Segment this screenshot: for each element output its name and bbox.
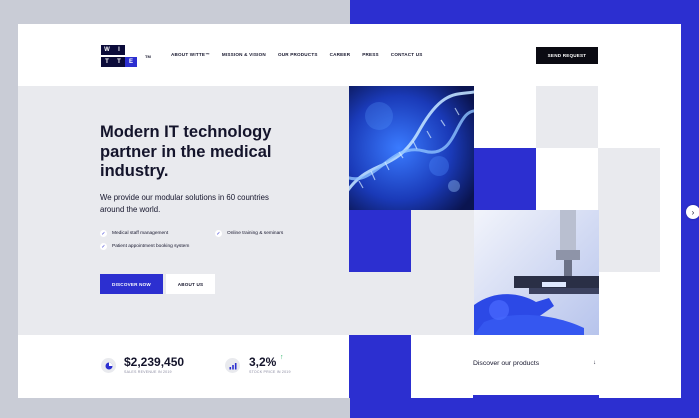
products-underline xyxy=(473,395,599,398)
feature-label: Online training & seminars xyxy=(227,231,284,236)
nav-our-products[interactable]: OUR PRODUCTS xyxy=(278,52,318,57)
about-us-button[interactable]: ABOUT US xyxy=(166,274,215,294)
discover-products-link[interactable]: Discover our products xyxy=(473,360,539,367)
stats-bar: $2,239,450 SALES REVENUE IN 2019 3,2% ↑ … xyxy=(18,335,349,398)
bar-chart-icon xyxy=(225,358,240,373)
logo-letter: T xyxy=(113,57,125,67)
grid-tile xyxy=(349,210,411,272)
logo-letter: W xyxy=(101,45,113,55)
check-icon: ✓ xyxy=(215,230,222,237)
feature-item: ✓ Patient appointment booking system xyxy=(100,243,189,250)
sales-revenue-value: $2,239,450 xyxy=(124,355,185,369)
nav-about[interactable]: ABOUT WITTE™ xyxy=(171,52,210,57)
chevron-right-icon[interactable]: › xyxy=(686,205,699,219)
stock-price-value: 3,2% xyxy=(249,355,277,369)
feature-item: ✓ Medical staff management xyxy=(100,230,168,237)
grid-tile xyxy=(349,335,411,398)
arrow-down-icon[interactable]: ↓ xyxy=(593,360,596,366)
sales-revenue-label: SALES REVENUE IN 2019 xyxy=(124,370,172,374)
check-icon: ✓ xyxy=(100,243,107,250)
feature-item: ✓ Online training & seminars xyxy=(215,230,283,237)
arrow-up-icon: ↑ xyxy=(280,354,284,361)
hero-title: Modern IT technology partner in the medi… xyxy=(100,123,272,180)
stock-price-label: STOCK PRICE IN 2019 xyxy=(249,370,291,374)
feature-label: Medical staff management xyxy=(112,231,169,236)
grid-tile xyxy=(598,210,660,272)
main-nav: ABOUT WITTE™ MISSION & VISION OUR PRODUC… xyxy=(171,52,423,57)
check-icon: ✓ xyxy=(100,230,107,237)
hero-section: Modern IT technology partner in the medi… xyxy=(18,86,349,335)
landing-page: W I T T E TM ABOUT WITTE™ MISSION & VISI… xyxy=(18,24,681,398)
witte-logo[interactable]: W I T T E xyxy=(101,45,149,67)
nav-press[interactable]: PRESS xyxy=(362,52,379,57)
dna-image xyxy=(349,86,474,210)
discover-now-button[interactable]: DISCOVER NOW xyxy=(100,274,163,294)
logo-letter: E xyxy=(125,57,137,67)
pie-chart-icon xyxy=(101,358,116,373)
grid-tile xyxy=(474,148,536,210)
hero-subtitle: We provide our modular solutions in 60 c… xyxy=(100,193,269,214)
logo-letter: I xyxy=(113,45,125,55)
site-header: W I T T E TM ABOUT WITTE™ MISSION & VISI… xyxy=(18,24,681,86)
grid-tile xyxy=(536,86,598,148)
microscope-image xyxy=(474,210,599,335)
logo-letter: T xyxy=(101,57,113,67)
feature-label: Patient appointment booking system xyxy=(112,244,190,249)
nav-contact-us[interactable]: CONTACT US xyxy=(391,52,423,57)
logo-trademark: TM xyxy=(145,54,151,59)
nav-career[interactable]: CAREER xyxy=(330,52,351,57)
grid-tile xyxy=(349,272,474,335)
grid-tile xyxy=(411,210,474,272)
nav-mission-vision[interactable]: MISSION & VISION xyxy=(222,52,266,57)
send-request-button[interactable]: SEND REQUEST xyxy=(536,47,598,64)
grid-tile xyxy=(598,148,660,210)
